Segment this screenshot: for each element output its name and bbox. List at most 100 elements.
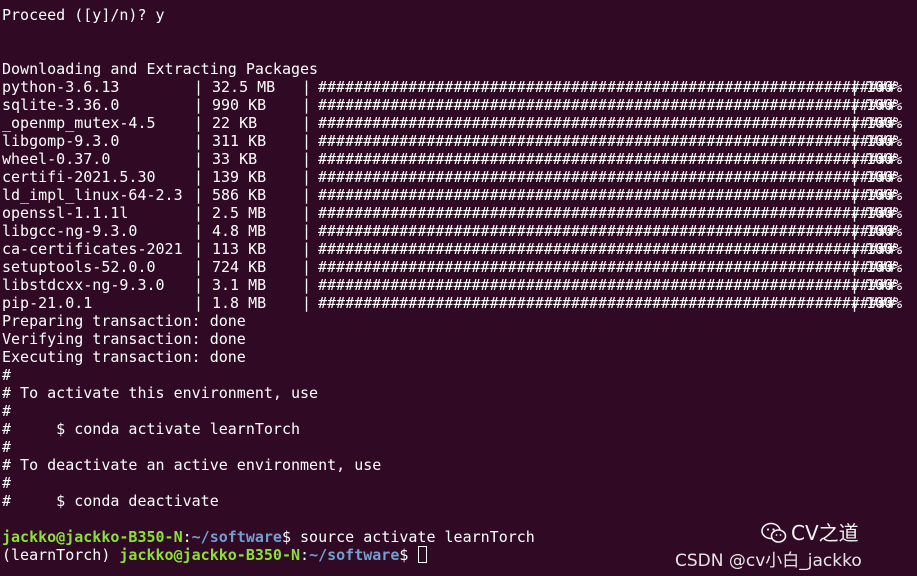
terminal-window[interactable]: Proceed ([y]/n)? y Downloading and Extra… (0, 0, 917, 576)
separator: | (302, 114, 312, 132)
proceed-prompt-line: Proceed ([y]/n)? y (2, 6, 165, 24)
progress-bar: ########################################… (318, 222, 896, 240)
progress-bar: ########################################… (318, 132, 896, 150)
separator: | (850, 222, 860, 240)
progress-bar: ########################################… (318, 150, 896, 168)
separator: | (850, 258, 860, 276)
separator: | (194, 222, 204, 240)
package-percent: 100% (866, 150, 903, 168)
watermark-user: CSDN @cv小白_jackko (675, 551, 862, 571)
package-percent: 100% (866, 222, 903, 240)
separator: | (850, 78, 860, 96)
separator: | (194, 78, 204, 96)
package-percent: 100% (866, 168, 903, 186)
env-name: (learnTorch) (2, 546, 111, 564)
command-line: jackko@jackko-B350-N:~/software$ source … (2, 528, 535, 546)
separator: | (302, 150, 312, 168)
prompt-path: ~/software (191, 528, 282, 546)
download-header: Downloading and Extracting Packages (2, 60, 319, 78)
package-percent: 100% (866, 204, 903, 222)
output-line: # $ conda deactivate (2, 492, 219, 510)
text-cursor[interactable] (418, 546, 428, 563)
package-size: 3.1 MB (212, 276, 267, 294)
output-line: # To deactivate an active environment, u… (2, 456, 382, 474)
separator: | (194, 240, 204, 258)
output-line: # To activate this environment, use (2, 384, 319, 402)
package-row: libstdcxx-ng-9.3.0 | 3.1 MB | ##############… (2, 276, 917, 294)
command-text: source activate learnTorch (300, 528, 535, 546)
progress-bar: ########################################… (318, 276, 896, 294)
package-row: libgomp-9.3.0 | 311 KB | ###################… (2, 132, 917, 150)
progress-bar: ########################################… (318, 294, 896, 312)
output-line: Preparing transaction: done (2, 312, 246, 330)
progress-bar: ########################################… (318, 168, 896, 186)
package-size: 724 KB (212, 258, 267, 276)
package-percent: 100% (866, 186, 903, 204)
progress-bar: ########################################… (318, 186, 896, 204)
package-row: python-3.6.13 | 32.5 MB | ##################… (2, 78, 917, 96)
package-percent: 100% (866, 78, 903, 96)
progress-bar: ########################################… (318, 204, 896, 222)
package-row: sqlite-3.36.0 | 990 KB | ###################… (2, 96, 917, 114)
separator: | (194, 132, 204, 150)
package-percent: 100% (866, 258, 903, 276)
separator: | (850, 276, 860, 294)
separator: | (194, 294, 204, 312)
separator: | (194, 276, 204, 294)
package-size: 990 KB (212, 96, 267, 114)
active-prompt-line: (learnTorch) jackko@jackko-B350-N:~/soft… (2, 546, 428, 564)
package-name: libgomp-9.3.0 (2, 132, 120, 150)
output-line: # (2, 438, 12, 456)
active-prompt-user-host: jackko@jackko-B350-N (119, 546, 301, 564)
package-name: openssl-1.1.1l (2, 204, 129, 222)
package-percent: 100% (866, 114, 903, 132)
package-row: ld_impl_linux-64-2.3 | 586 KB | ############… (2, 186, 917, 204)
separator: | (302, 168, 312, 186)
package-row: openssl-1.1.1l | 2.5 MB | ##################… (2, 204, 917, 222)
package-percent: 100% (866, 132, 903, 150)
watermark: CV之道 CSDN @cv小白_jackko (675, 520, 903, 576)
package-size: 311 KB (212, 132, 267, 150)
separator: | (850, 240, 860, 258)
package-row: wheel-0.37.0 | 33 KB | #####################… (2, 150, 917, 168)
separator: | (850, 96, 860, 114)
output-line: Verifying transaction: done (2, 330, 246, 348)
package-name: ca-certificates-2021 (2, 240, 183, 258)
separator: | (302, 78, 312, 96)
package-row: certifi-2021.5.30 | 139 KB | ###############… (2, 168, 917, 186)
package-size: 33 KB (212, 150, 258, 168)
separator: | (850, 186, 860, 204)
watermark-name: CV之道 (791, 521, 859, 545)
separator: | (302, 294, 312, 312)
separator: | (302, 222, 312, 240)
package-row: setuptools-52.0.0 | 724 KB | ###############… (2, 258, 917, 276)
progress-bar: ########################################… (318, 114, 896, 132)
separator: | (302, 240, 312, 258)
package-row: pip-21.0.1 | 1.8 MB | ######################… (2, 294, 917, 312)
wechat-icon (761, 522, 787, 543)
separator: | (194, 114, 204, 132)
package-name: wheel-0.37.0 (2, 150, 111, 168)
separator: | (850, 150, 860, 168)
separator: | (194, 96, 204, 114)
package-name: setuptools-52.0.0 (2, 258, 156, 276)
package-size: 586 KB (212, 186, 267, 204)
progress-bar: ########################################… (318, 240, 896, 258)
separator: | (850, 294, 860, 312)
package-name: python-3.6.13 (2, 78, 120, 96)
progress-bar: ########################################… (318, 96, 896, 114)
package-percent: 100% (866, 96, 903, 114)
package-name: certifi-2021.5.30 (2, 168, 156, 186)
package-size: 4.8 MB (212, 222, 267, 240)
separator: | (194, 204, 204, 222)
package-name: pip-21.0.1 (2, 294, 93, 312)
package-name: sqlite-3.36.0 (2, 96, 120, 114)
package-size: 2.5 MB (212, 204, 267, 222)
package-name: ld_impl_linux-64-2.3 (2, 186, 183, 204)
active-prompt-path: ~/software (309, 546, 400, 564)
separator: | (850, 132, 860, 150)
package-size: 113 KB (212, 240, 267, 258)
package-size: 22 KB (212, 114, 258, 132)
package-name: _openmp_mutex-4.5 (2, 114, 156, 132)
package-row: _openmp_mutex-4.5 | 22 KB | ################… (2, 114, 917, 132)
